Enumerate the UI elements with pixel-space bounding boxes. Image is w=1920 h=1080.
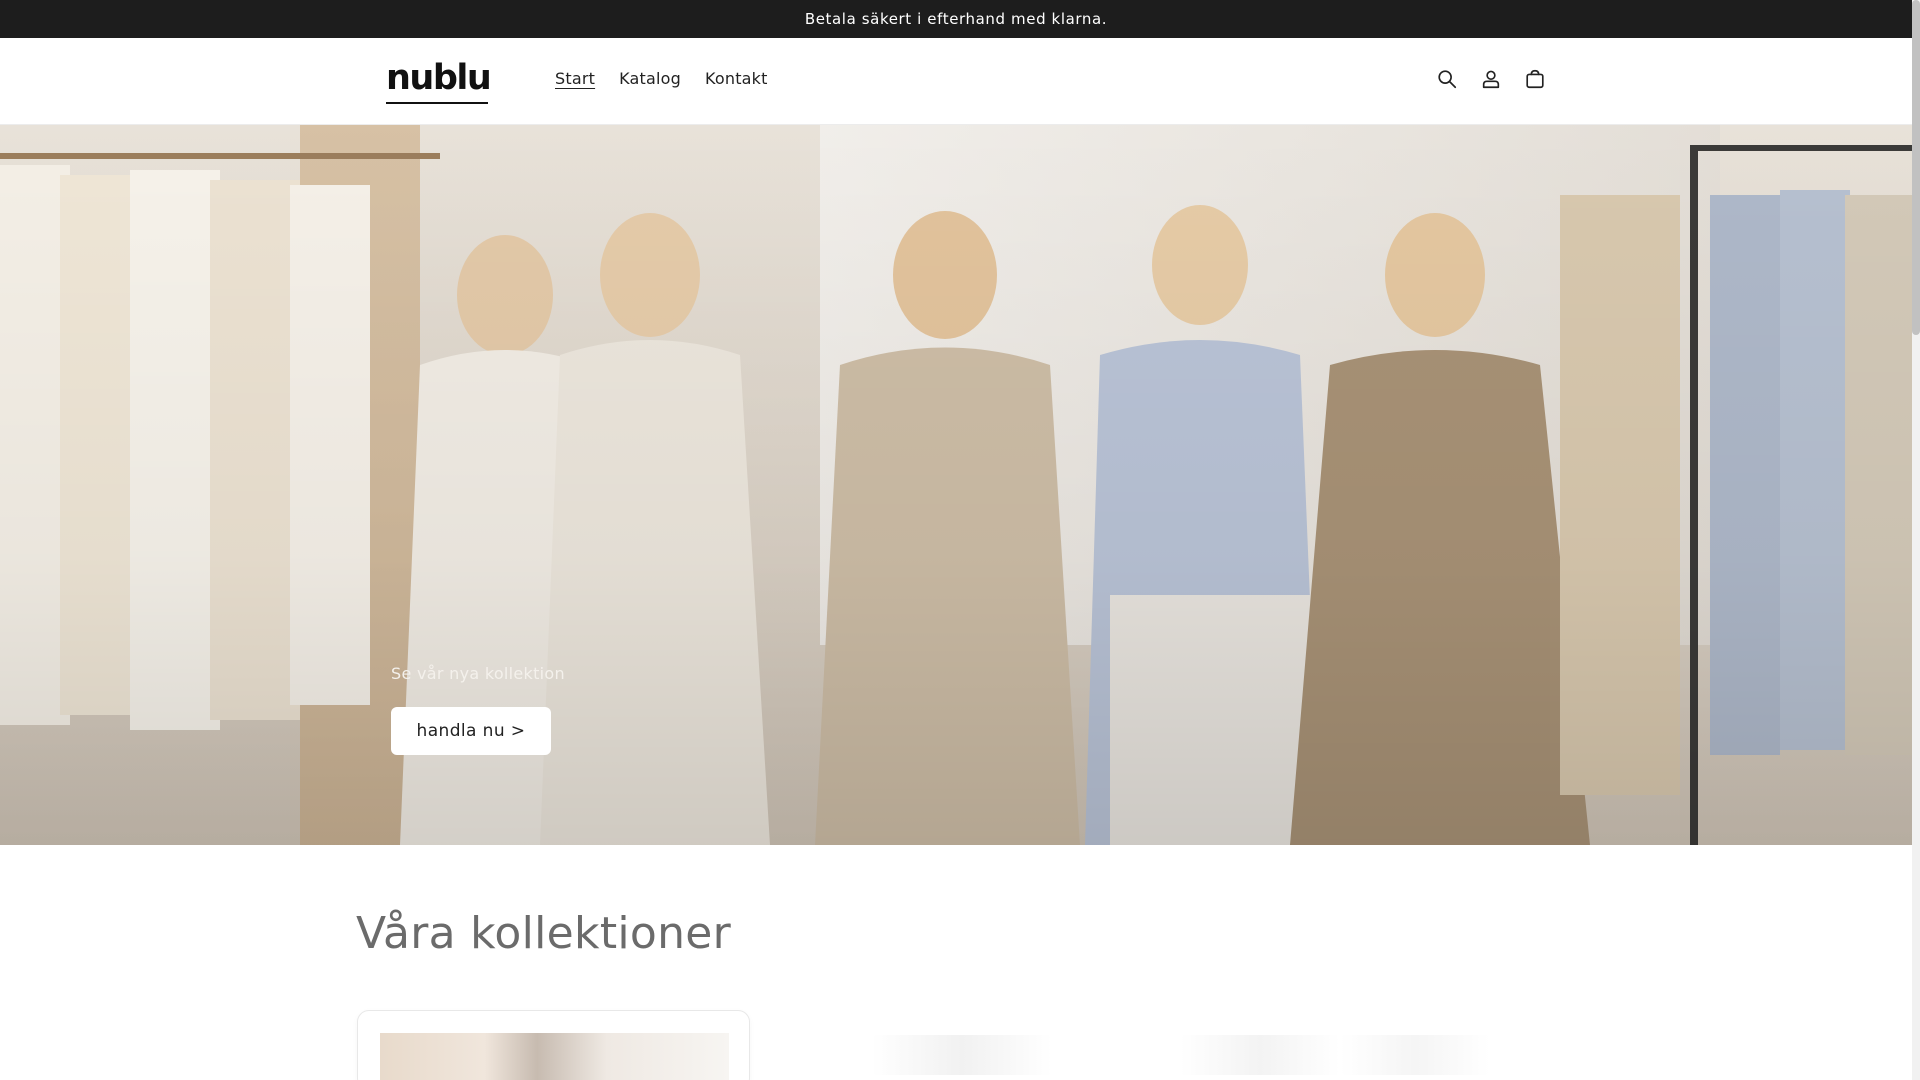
announcement-text: Betala säkert i efterhand med klarna. <box>804 10 1108 28</box>
cart-button[interactable] <box>1522 66 1548 92</box>
hero-subtitle: Se vår nya kollektion <box>391 664 565 683</box>
collection-card-image <box>380 1033 729 1080</box>
collection-card-placeholder <box>1180 1035 1340 1075</box>
search-button[interactable] <box>1434 66 1460 92</box>
logo[interactable]: nublu <box>386 56 492 100</box>
page: Betala säkert i efterhand med klarna. nu… <box>0 0 1920 1080</box>
account-icon <box>1482 70 1500 89</box>
hero-overlay <box>0 125 1912 845</box>
hero-banner: Se vår nya kollektion handla nu > <box>0 125 1912 845</box>
announcement-bar: Betala säkert i efterhand med klarna. <box>0 0 1912 38</box>
cart-icon <box>1526 69 1544 89</box>
scrollbar-thumb[interactable] <box>1912 0 1920 335</box>
collection-card[interactable] <box>357 1010 750 1080</box>
collections-title: Våra kollektioner <box>356 908 732 959</box>
nav-item-katalog[interactable]: Katalog <box>619 69 681 88</box>
search-icon <box>1438 70 1457 89</box>
header-icons <box>1434 66 1548 92</box>
collection-card-placeholder <box>1340 1035 1490 1075</box>
shop-now-button[interactable]: handla nu > <box>391 707 551 755</box>
nav-item-start[interactable]: Start <box>555 69 595 88</box>
main-nav: Start Katalog Kontakt <box>555 69 768 88</box>
nav-item-kontakt[interactable]: Kontakt <box>705 69 768 88</box>
logo-underline <box>386 102 488 104</box>
account-button[interactable] <box>1478 66 1504 92</box>
collection-card-placeholder <box>872 1035 1052 1075</box>
site-header: nublu Start Katalog Kontakt <box>0 38 1912 125</box>
